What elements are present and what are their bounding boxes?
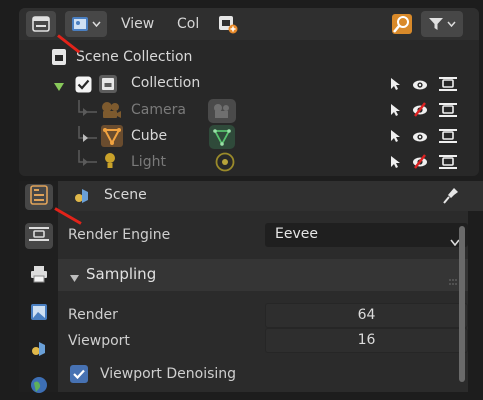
render-engine-value: Eevee [275,226,318,242]
tab-tool[interactable] [25,223,53,249]
tab-scene[interactable] [25,338,53,364]
tree-item-label: Cube [131,128,168,144]
tab-output[interactable] [25,263,53,289]
drag-handle-icon[interactable] [448,271,458,290]
disclosure-triangle-open-icon [70,268,79,287]
render-camera-icon[interactable] [439,103,457,121]
editor-type-button[interactable] [26,11,56,37]
disclosure-triangle-open-icon[interactable] [53,80,65,96]
viewport-samples-field[interactable]: 16 [265,328,468,353]
image-icon [30,303,48,325]
selectable-cursor-icon[interactable] [390,155,400,173]
menu-col[interactable]: Col [177,16,199,32]
tree-item-label: Light [131,154,166,170]
viewport-denoising-checkbox[interactable] [70,365,88,383]
light-data-icon [215,152,235,176]
pin-icon[interactable] [442,186,460,210]
properties-tab-sidebar [19,181,58,393]
selectable-cursor-icon[interactable] [390,103,400,121]
visibility-eye-icon[interactable] [412,131,428,147]
visibility-eye-icon[interactable] [412,79,428,95]
outliner-editor-icon [32,16,50,32]
menu-view[interactable]: View [121,16,154,32]
chevron-down-icon [447,21,456,27]
camera-data-icon [208,99,236,127]
render-engine-dropdown[interactable]: Eevee [265,223,468,247]
collection-icon [98,74,118,98]
render-camera-icon[interactable] [439,129,457,147]
outliner-editor: View Col Scene Collection Collection Cam… [19,8,479,176]
render-camera-icon[interactable] [439,77,457,95]
tree-branch-line [75,126,99,152]
sampling-panel-title: Sampling [86,265,157,283]
render-camera-icon[interactable] [439,155,457,173]
visibility-hidden-icon[interactable] [412,153,428,173]
scene-context-icon [73,187,91,209]
tree-item-camera[interactable]: Camera [19,98,479,124]
scene-icon [30,340,48,362]
exclude-checkbox[interactable] [75,76,92,97]
search-icon [391,13,413,35]
viewport-denoising-label: Viewport Denoising [100,366,237,382]
editor-type-properties-button[interactable] [25,184,53,210]
printer-icon [30,265,48,287]
tab-view-layer[interactable] [25,301,53,327]
outliner-tree: Scene Collection Collection Camera Cube … [19,46,479,176]
camera-object-icon [100,100,122,124]
properties-header: Scene [58,181,483,211]
tree-item-label: Collection [131,75,201,91]
properties-scrollbar[interactable] [459,226,465,382]
tree-branch-line [75,150,99,176]
filter-icon [428,16,444,32]
search-button[interactable] [389,11,415,37]
context-breadcrumb: Scene [104,187,147,203]
world-icon [30,376,48,398]
selectable-cursor-icon[interactable] [390,129,400,147]
render-engine-label: Render Engine [68,227,171,243]
tree-item-label: Camera [131,102,186,118]
outliner-header: View Col [19,8,479,40]
mesh-data-icon [209,125,235,153]
tab-world[interactable] [25,374,53,400]
chevron-down-icon [92,21,101,27]
viewport-samples-label: Viewport [68,333,130,349]
tree-branch-line [75,100,99,126]
tool-settings-icon [29,226,49,246]
render-properties-panel: Render Engine Eevee Sampling Render 64 V… [58,211,468,392]
filter-dropdown[interactable] [421,11,463,37]
blender-window: View Col Scene Collection Collection Cam… [0,0,483,393]
tree-item-scene-collection[interactable]: Scene Collection [19,46,479,72]
tree-item-label: Scene Collection [76,49,193,65]
new-collection-button[interactable] [215,11,241,37]
selectable-cursor-icon[interactable] [390,77,400,95]
mesh-object-icon [101,125,123,151]
display-mode-dropdown[interactable] [65,11,107,37]
visibility-hidden-icon[interactable] [412,101,428,121]
checkmark-icon [73,369,85,380]
tree-item-light[interactable]: Light [19,150,479,176]
sampling-panel-header[interactable]: Sampling [58,259,468,291]
scene-collection-icon [51,48,67,70]
render-samples-label: Render [68,307,118,323]
tree-item-cube[interactable]: Cube [19,124,479,150]
render-samples-field[interactable]: 64 [265,303,468,328]
tree-item-collection[interactable]: Collection [19,72,479,98]
new-collection-icon [217,14,239,34]
view-layer-icon [71,16,89,32]
light-object-icon [103,151,117,175]
properties-editor-icon [30,185,48,209]
